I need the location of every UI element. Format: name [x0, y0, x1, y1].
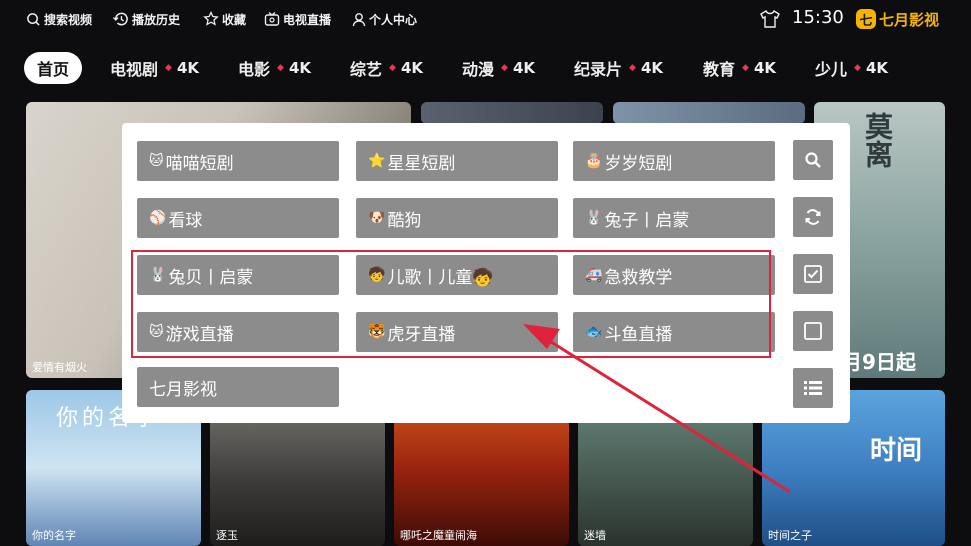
annotation-arrow [523, 324, 791, 494]
